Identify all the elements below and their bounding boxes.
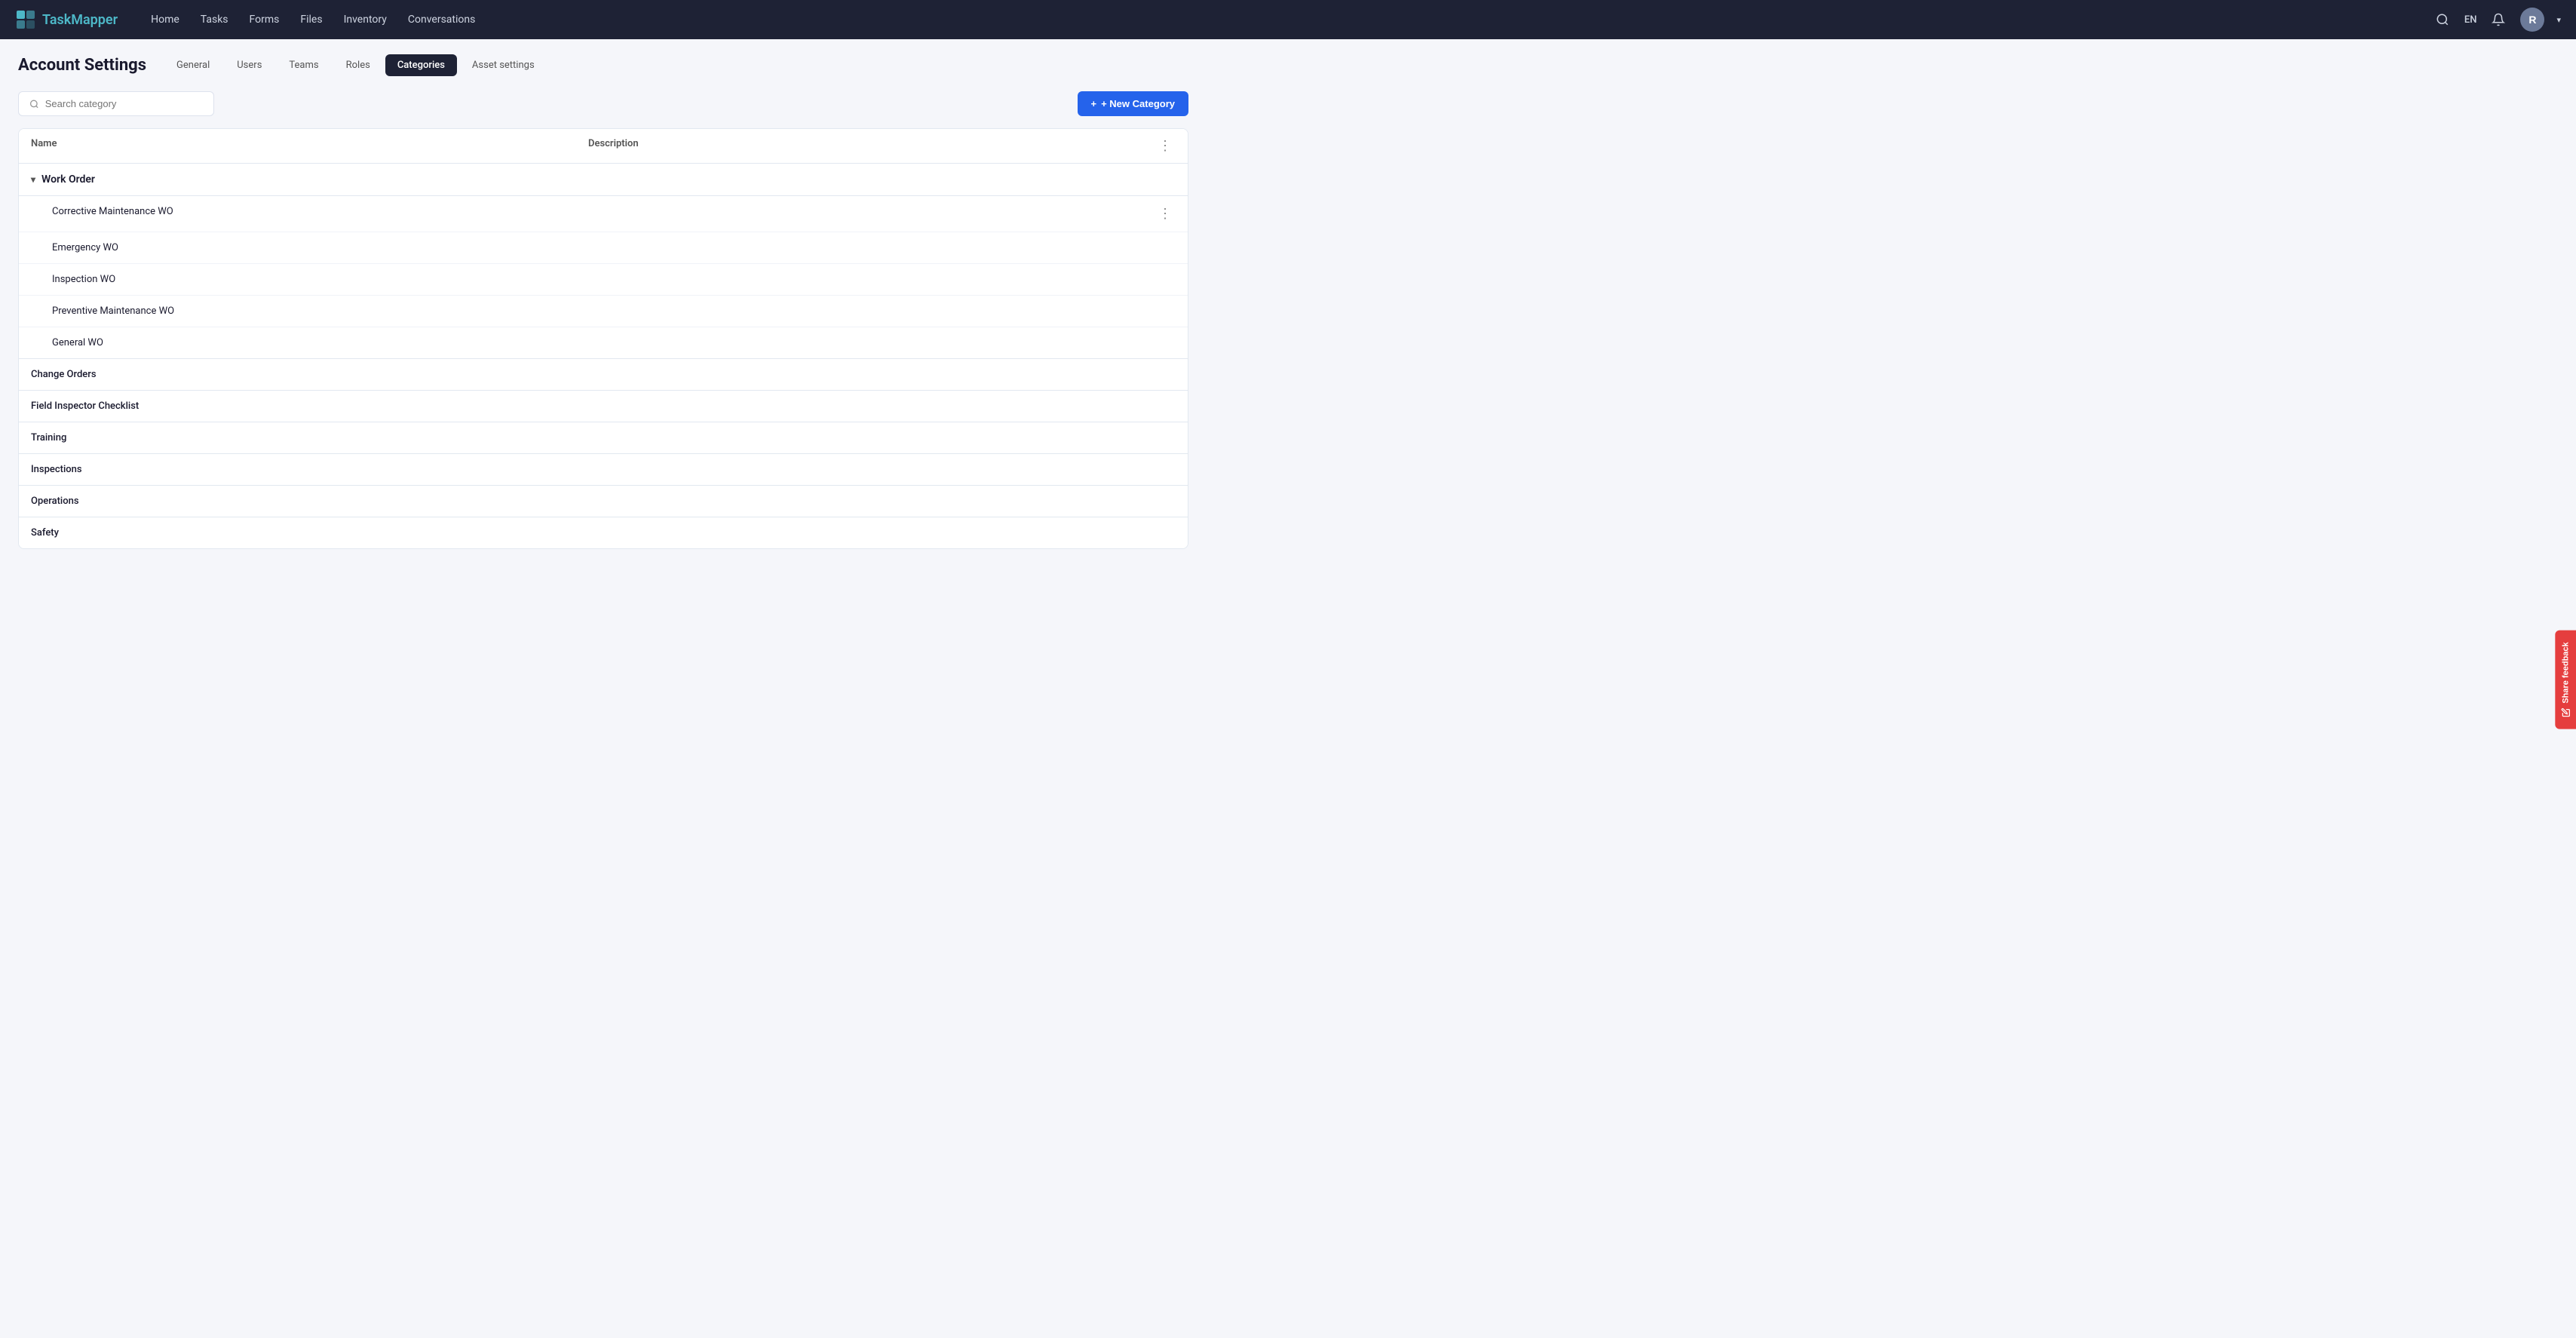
search-icon [2436, 13, 2449, 26]
global-search-button[interactable] [2433, 10, 2452, 29]
nav-link-inventory[interactable]: Inventory [335, 9, 396, 30]
page-title: Account Settings [18, 56, 146, 75]
nav-links: Home Tasks Forms Files Inventory Convers… [142, 9, 2433, 30]
category-row-inspections[interactable]: Inspections [19, 454, 1188, 486]
subcategory-row-preventive[interactable]: Preventive Maintenance WO [19, 296, 1188, 327]
new-category-button[interactable]: + + New Category [1078, 91, 1189, 116]
language-selector[interactable]: EN [2464, 14, 2477, 26]
tab-users[interactable]: Users [225, 54, 274, 76]
search-input[interactable] [45, 98, 203, 109]
training-label: Training [31, 432, 588, 443]
subcategory-name-inspection: Inspection WO [52, 274, 599, 285]
inspections-label: Inspections [31, 464, 588, 475]
bell-icon [2492, 13, 2505, 26]
col-name-header: Name [31, 138, 588, 154]
subcategory-name-corrective: Corrective Maintenance WO [52, 206, 599, 222]
category-row-field-inspector[interactable]: Field Inspector Checklist [19, 391, 1188, 422]
share-feedback-button[interactable]: Share feedback [2555, 630, 2576, 729]
corrective-options-button[interactable]: ⋮ [1155, 206, 1176, 222]
subcategory-row-emergency[interactable]: Emergency WO [19, 232, 1188, 264]
operations-label: Operations [31, 496, 588, 507]
nav-link-forms[interactable]: Forms [241, 9, 289, 30]
safety-label: Safety [31, 527, 588, 539]
subcategory-row-corrective[interactable]: Corrective Maintenance WO ⋮ [19, 196, 1188, 232]
tab-general[interactable]: General [164, 54, 222, 76]
edit-icon [2561, 708, 2570, 717]
user-avatar-button[interactable]: R [2520, 8, 2544, 32]
avatar-caret-icon[interactable]: ▾ [2556, 15, 2561, 25]
table-header-actions: ⋮ [1145, 138, 1176, 154]
brand-name: TaskMapper [42, 12, 118, 28]
table-header-row: Name Description ⋮ [19, 129, 1188, 164]
notifications-button[interactable] [2489, 10, 2508, 29]
brand-logo-area[interactable]: TaskMapper [15, 9, 118, 30]
work-order-group-label: Work Order [41, 173, 95, 186]
navbar-right: EN R ▾ [2433, 8, 2561, 32]
subcategory-row-general-wo[interactable]: General WO [19, 327, 1188, 359]
subcategory-name-emergency: Emergency WO [52, 242, 599, 253]
search-icon [29, 99, 39, 109]
feedback-widget: Share feedback [2477, 658, 2576, 680]
change-orders-label: Change Orders [31, 369, 588, 380]
nav-link-home[interactable]: Home [142, 9, 189, 30]
tab-teams[interactable]: Teams [277, 54, 330, 76]
table-options-button[interactable]: ⋮ [1155, 138, 1176, 154]
subcategory-name-general-wo: General WO [52, 337, 599, 348]
field-inspector-label: Field Inspector Checklist [31, 400, 588, 412]
taskmapper-logo-icon [15, 9, 36, 30]
tab-roles[interactable]: Roles [334, 54, 382, 76]
col-description-header: Description [588, 138, 1145, 154]
category-group-work-order[interactable]: ▾ Work Order [19, 164, 1188, 196]
subcategory-row-inspection[interactable]: Inspection WO [19, 264, 1188, 296]
nav-link-files[interactable]: Files [291, 9, 331, 30]
search-box[interactable] [18, 91, 214, 116]
tabs-container: General Users Teams Roles Categories Ass… [164, 54, 547, 76]
category-row-change-orders[interactable]: Change Orders [19, 359, 1188, 391]
category-row-training[interactable]: Training [19, 422, 1188, 454]
nav-link-tasks[interactable]: Tasks [192, 9, 238, 30]
tab-asset-settings[interactable]: Asset settings [460, 54, 547, 76]
chevron-down-icon: ▾ [31, 174, 35, 185]
page-header: Account Settings General Users Teams Rol… [18, 54, 1188, 76]
plus-icon: + [1091, 98, 1097, 109]
toolbar: + + New Category [18, 91, 1188, 116]
navbar: TaskMapper Home Tasks Forms Files Invent… [0, 0, 2576, 39]
category-row-safety[interactable]: Safety [19, 517, 1188, 548]
category-row-operations[interactable]: Operations [19, 486, 1188, 517]
subcategory-name-preventive: Preventive Maintenance WO [52, 305, 599, 317]
main-content: Account Settings General Users Teams Rol… [0, 39, 1207, 564]
categories-table: Name Description ⋮ ▾ Work Order Correcti… [18, 128, 1188, 549]
tab-categories[interactable]: Categories [385, 54, 457, 76]
nav-link-conversations[interactable]: Conversations [399, 9, 484, 30]
